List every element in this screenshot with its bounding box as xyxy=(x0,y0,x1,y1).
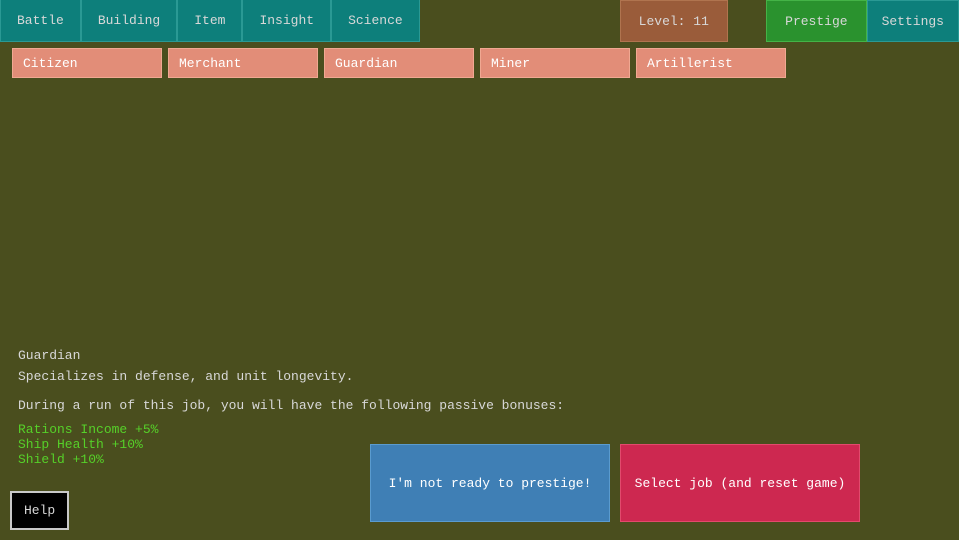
job-list: Citizen Merchant Guardian Miner Artiller… xyxy=(0,42,959,78)
job-artillerist[interactable]: Artillerist xyxy=(636,48,786,78)
tab-science[interactable]: Science xyxy=(331,0,420,42)
help-button[interactable]: Help xyxy=(10,491,69,530)
cancel-prestige-button[interactable]: I'm not ready to prestige! xyxy=(370,444,610,522)
job-citizen[interactable]: Citizen xyxy=(12,48,162,78)
tab-prestige[interactable]: Prestige xyxy=(766,0,866,42)
detail-description: Specializes in defense, and unit longevi… xyxy=(18,369,618,384)
detail-intro: During a run of this job, you will have … xyxy=(18,398,618,413)
select-job-button[interactable]: Select job (and reset game) xyxy=(620,444,860,522)
top-nav: Battle Building Item Insight Science Lev… xyxy=(0,0,959,42)
action-buttons: I'm not ready to prestige! Select job (a… xyxy=(370,444,860,522)
job-miner[interactable]: Miner xyxy=(480,48,630,78)
tab-insight[interactable]: Insight xyxy=(242,0,331,42)
job-guardian[interactable]: Guardian xyxy=(324,48,474,78)
tab-item[interactable]: Item xyxy=(177,0,242,42)
job-merchant[interactable]: Merchant xyxy=(168,48,318,78)
bonus-item: Rations Income +5% xyxy=(18,423,618,438)
detail-title: Guardian xyxy=(18,348,618,363)
tab-battle[interactable]: Battle xyxy=(0,0,81,42)
level-indicator: Level: 11 xyxy=(620,0,728,42)
tab-settings[interactable]: Settings xyxy=(867,0,959,42)
tab-building[interactable]: Building xyxy=(81,0,177,42)
